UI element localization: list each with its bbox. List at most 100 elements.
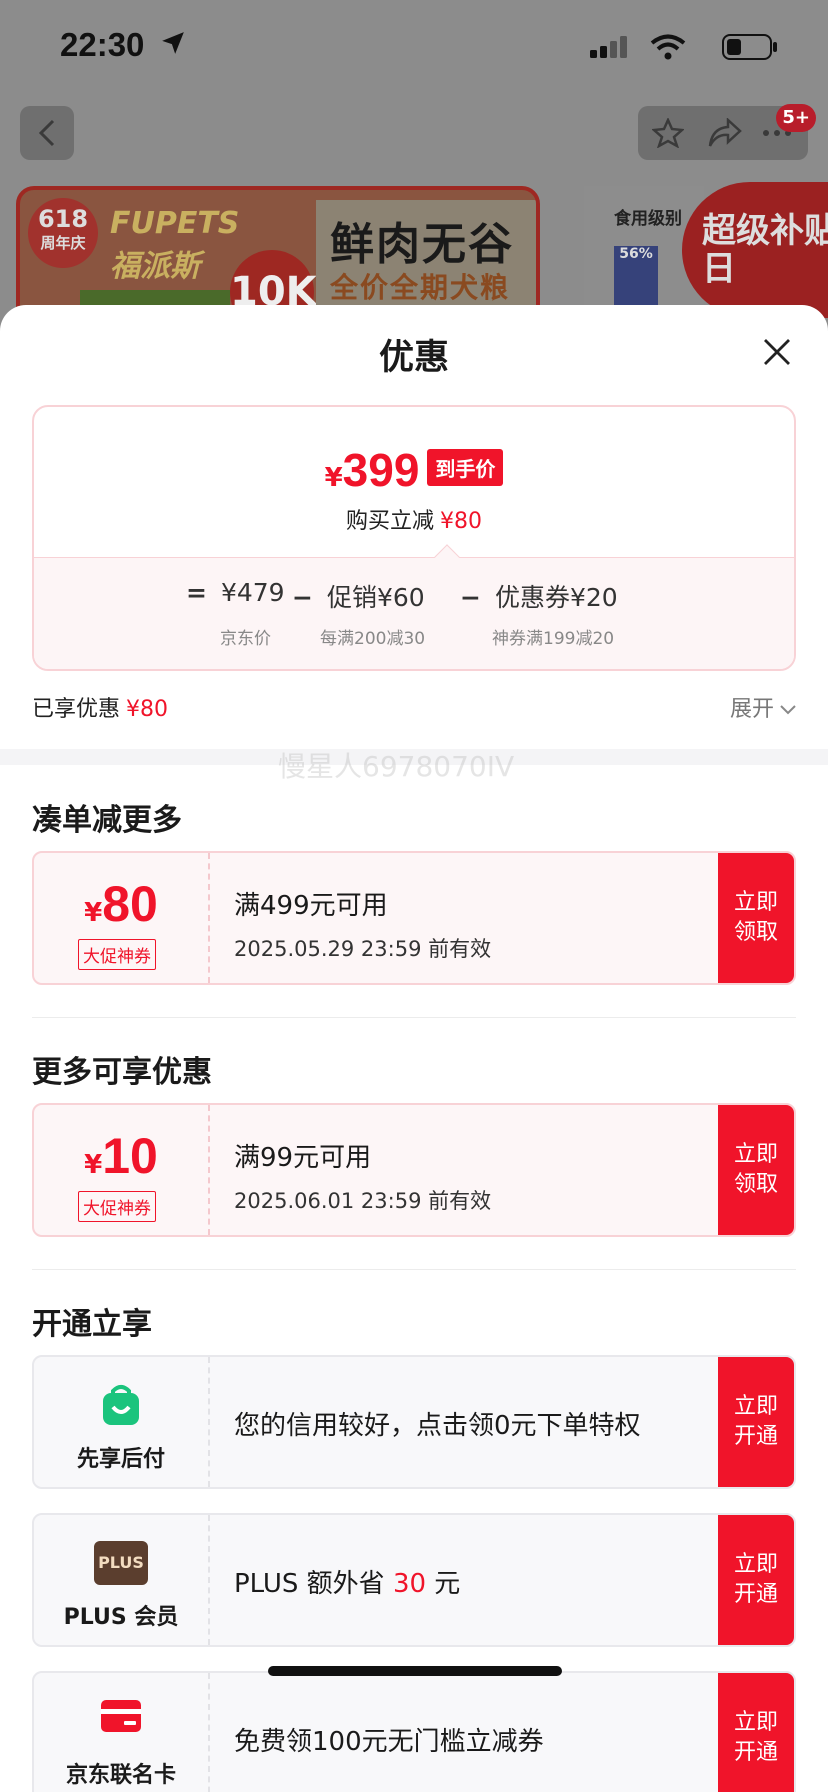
enjoyed-label: 已享优惠 bbox=[32, 697, 121, 722]
side-image-heading: 食用级别 bbox=[614, 209, 682, 229]
final-price: ¥399 到手价 bbox=[34, 443, 794, 497]
pay-later-card: 先享后付 您的信用较好，点击领0元下单特权 立即开通 bbox=[32, 1355, 796, 1489]
formula-value: 促销¥60 bbox=[326, 583, 425, 612]
shopping-bag-icon bbox=[34, 1383, 208, 1427]
price-breakdown-card: ¥399 到手价 购买立减 ¥80 = ¥479 京东价 − 促销¥60 每满200减3… bbox=[32, 405, 796, 671]
activate-button[interactable]: 立即开通 bbox=[718, 1357, 794, 1487]
desc-highlight: 30 bbox=[392, 1569, 427, 1599]
currency-symbol: ¥ bbox=[324, 463, 343, 493]
side-image-badge: 56% bbox=[614, 246, 658, 306]
enjoyed-value: ¥80 bbox=[126, 697, 169, 722]
formula-note: 每满200减30 bbox=[320, 629, 426, 649]
instant-reduction-value: ¥80 bbox=[440, 509, 482, 534]
banner-headline: 鲜肉无谷 bbox=[330, 219, 514, 270]
formula-promotion: − 促销¥60 bbox=[292, 578, 425, 614]
coupon-amount: ¥10 bbox=[34, 1127, 208, 1185]
coupon-amount-value: 80 bbox=[102, 876, 158, 932]
formula-note: 京东价 bbox=[220, 629, 271, 649]
coupon-condition: 满99元可用 bbox=[234, 1143, 372, 1173]
expand-label: 展开 bbox=[729, 697, 774, 722]
formula-op: − bbox=[292, 583, 313, 612]
anniversary-badge: 618 周年庆 bbox=[28, 198, 98, 268]
formula-jd-price: = ¥479 bbox=[186, 578, 285, 607]
plus-logo-text: PLUS bbox=[94, 1541, 148, 1585]
coupon-amount-area: ¥80 大促神券 bbox=[34, 853, 210, 983]
formula-value: 优惠券¥20 bbox=[494, 583, 618, 612]
claim-button[interactable]: 立即领取 bbox=[718, 853, 794, 983]
instant-reduction-label: 购买立减 bbox=[345, 509, 434, 534]
formula-note: 神券满199减20 bbox=[492, 629, 615, 649]
final-price-tag: 到手价 bbox=[427, 449, 504, 486]
service-description: 您的信用较好，点击领0元下单特权 bbox=[234, 1411, 641, 1441]
sheet-title: 优惠 bbox=[378, 338, 449, 378]
plus-logo-icon: PLUS bbox=[34, 1541, 208, 1585]
watermark: 慢星人6978070IV bbox=[278, 750, 515, 783]
activate-button[interactable]: 立即开通 bbox=[718, 1673, 794, 1792]
coupon-card: ¥80 大促神券 满499元可用 2025.05.29 23:59 前有效 立即… bbox=[32, 851, 796, 985]
battery-icon bbox=[722, 34, 777, 60]
expand-toggle[interactable]: 展开 bbox=[730, 691, 796, 723]
co-branded-card: 京东联名卡 免费领100元无门槛立减券 立即开通 bbox=[32, 1671, 796, 1792]
enjoyed-discount: 已享优惠 ¥80 bbox=[32, 691, 168, 723]
share-icon[interactable] bbox=[708, 118, 742, 148]
section-title-more-off: 凑单减更多 bbox=[32, 803, 182, 838]
badge-618-text: 618 bbox=[37, 205, 89, 233]
desc-prefix: PLUS 额外省 bbox=[234, 1569, 393, 1599]
coupon-amount: ¥80 bbox=[34, 875, 208, 933]
service-area: 先享后付 bbox=[34, 1357, 210, 1487]
claim-button-label: 立即领取 bbox=[733, 1142, 778, 1197]
final-price-value: 399 bbox=[342, 444, 420, 496]
back-button[interactable] bbox=[20, 106, 74, 160]
coupon-card: ¥10 大促神券 满99元可用 2025.06.01 23:59 前有效 立即领… bbox=[32, 1103, 796, 1237]
coupon-condition: 满499元可用 bbox=[234, 891, 388, 921]
plus-member-card: PLUS PLUS 会员 PLUS 额外省 30 元 立即开通 bbox=[32, 1513, 796, 1647]
section-title-more-discounts: 更多可享优惠 bbox=[32, 1055, 212, 1090]
home-indicator[interactable] bbox=[268, 1666, 562, 1676]
coupon-currency: ¥ bbox=[84, 898, 103, 928]
claim-button-label: 立即领取 bbox=[733, 890, 778, 945]
coupon-amount-area: ¥10 大促神券 bbox=[34, 1105, 210, 1235]
star-icon[interactable] bbox=[652, 118, 684, 148]
status-bar: 22:30 bbox=[60, 26, 778, 66]
formula-op: − bbox=[460, 583, 481, 612]
cellular-signal-icon bbox=[590, 36, 627, 58]
chevron-down-icon bbox=[780, 705, 796, 715]
credit-card-icon bbox=[34, 1699, 208, 1743]
discount-sheet: 优惠 ¥399 到手价 购买立减 ¥80 = ¥479 京东价 − 促销¥60 每满20… bbox=[0, 305, 828, 1792]
close-icon[interactable] bbox=[762, 337, 792, 367]
price-formula: = ¥479 京东价 − 促销¥60 每满200减30 − 优惠券¥20 神券满199… bbox=[34, 557, 794, 669]
price-card-upper: ¥399 到手价 购买立减 ¥80 bbox=[34, 407, 794, 557]
service-label: PLUS 会员 bbox=[63, 1605, 179, 1630]
location-arrow-icon bbox=[162, 32, 184, 54]
separator bbox=[32, 1269, 796, 1270]
separator bbox=[32, 1017, 796, 1018]
service-label: 先享后付 bbox=[76, 1447, 165, 1472]
service-label: 京东联名卡 bbox=[65, 1763, 176, 1788]
instant-reduction: 购买立减 ¥80 bbox=[34, 503, 794, 535]
formula-coupon: − 优惠券¥20 bbox=[460, 578, 618, 614]
service-description: PLUS 额外省 30 元 bbox=[234, 1563, 460, 1600]
service-description: 免费领100元无门槛立减券 bbox=[234, 1727, 544, 1757]
formula-op: = bbox=[186, 578, 207, 607]
formula-value: ¥479 bbox=[220, 578, 285, 607]
section-title-activate: 开通立享 bbox=[32, 1307, 152, 1342]
activate-button[interactable]: 立即开通 bbox=[718, 1515, 794, 1645]
chevron-left-icon bbox=[38, 119, 55, 147]
background-page: 22:30 5+ 618 周年庆 FUPETS 福派斯 10KG 鲜肉无谷 全价… bbox=[0, 0, 828, 336]
notification-badge: 5+ bbox=[776, 104, 816, 132]
coupon-currency: ¥ bbox=[84, 1150, 103, 1180]
coupon-validity: 2025.06.01 23:59 前有效 bbox=[234, 1189, 492, 1213]
activate-button-label: 立即开通 bbox=[733, 1552, 778, 1607]
banner-subline: 全价全期犬粮 bbox=[330, 271, 511, 304]
status-time: 22:30 bbox=[60, 26, 145, 63]
wifi-icon bbox=[650, 34, 686, 60]
activate-button-label: 立即开通 bbox=[733, 1710, 778, 1765]
claim-button[interactable]: 立即领取 bbox=[718, 1105, 794, 1235]
activate-button-label: 立即开通 bbox=[733, 1394, 778, 1449]
badge-anniversary-text: 周年庆 bbox=[40, 234, 86, 252]
super-subsidy-badge[interactable]: 超级补贴日 bbox=[682, 182, 828, 318]
coupon-tag: 大促神券 bbox=[78, 1191, 156, 1222]
desc-suffix: 元 bbox=[426, 1569, 461, 1599]
service-area: 京东联名卡 bbox=[34, 1673, 210, 1792]
coupon-amount-value: 10 bbox=[102, 1128, 158, 1184]
